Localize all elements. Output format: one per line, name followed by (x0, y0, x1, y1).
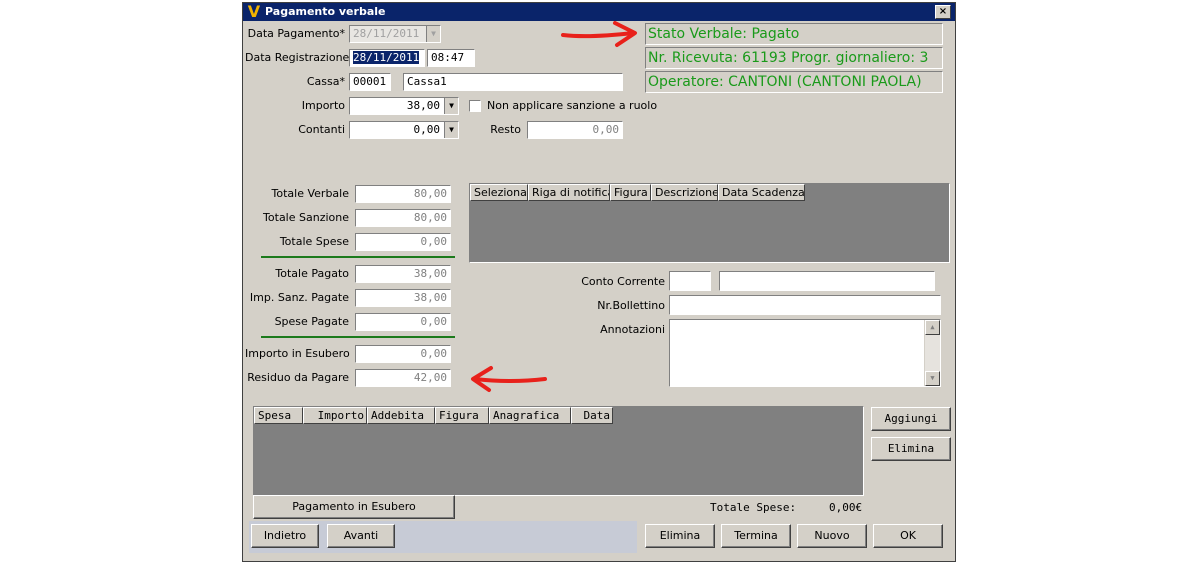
conto-corrente-desc-field[interactable] (719, 271, 935, 291)
importo-esubero-field: 0,00 (355, 345, 451, 363)
chevron-down-icon[interactable]: ▼ (426, 26, 440, 42)
importo-value: 38,00 (406, 99, 440, 112)
elimina-spesa-button[interactable]: Elimina (871, 437, 951, 461)
importo-field[interactable]: 38,00 ▼ (349, 97, 459, 115)
spese-column-header[interactable]: Addebita (367, 407, 435, 424)
data-pagamento-field[interactable]: 28/11/2011 ▼ (349, 25, 441, 43)
spese-pagate-field: 0,00 (355, 313, 451, 331)
cassa-label: Cassa* (306, 75, 345, 88)
totale-pagato-field: 38,00 (355, 265, 451, 283)
spese-column-header[interactable]: Spesa (254, 407, 303, 424)
resto-field: 0,00 (527, 121, 623, 139)
separator-line (261, 336, 455, 338)
data-registrazione-date-field[interactable]: 28/11/2011 (349, 49, 425, 67)
app-logo-icon: V (247, 2, 261, 21)
pagamento-esubero-button[interactable]: Pagamento in Esubero (253, 495, 455, 519)
scroll-up-icon[interactable]: ▲ (925, 320, 940, 335)
contanti-field[interactable]: 0,00 ▼ (349, 121, 459, 139)
elimina-button[interactable]: Elimina (645, 524, 715, 548)
spese-column-header[interactable]: Figura (435, 407, 489, 424)
conto-corrente-label: Conto Corrente (581, 275, 665, 288)
annotation-arrow-icon (561, 21, 637, 47)
annotation-arrow-icon (471, 366, 547, 392)
chevron-down-icon[interactable]: ▼ (444, 122, 458, 138)
non-applicare-label: Non applicare sanzione a ruolo (487, 99, 658, 112)
imp-sanz-pagate-field: 38,00 (355, 289, 451, 307)
ok-button[interactable]: OK (873, 524, 943, 548)
chevron-down-icon[interactable]: ▼ (444, 98, 458, 114)
contanti-value: 0,00 (413, 123, 441, 136)
totale-spese-label: Totale Spese (279, 235, 349, 248)
data-registrazione-date-value: 28/11/2011 (353, 51, 420, 64)
cassa-code-field[interactable]: 00001 (349, 73, 391, 91)
spese-grid[interactable]: Spesa Importo Addebita Figura Anagrafica… (253, 406, 864, 496)
annotazioni-label: Annotazioni (600, 323, 665, 336)
separator-line (261, 256, 455, 258)
notifica-column-header[interactable]: Descrizione (651, 184, 718, 201)
notifica-column-header[interactable]: Riga di notifica (528, 184, 610, 201)
residuo-label: Residuo da Pagare (247, 371, 349, 384)
nuovo-button[interactable]: Nuovo (797, 524, 867, 548)
nr-bollettino-field[interactable] (669, 295, 941, 315)
totale-spese-footer-label: Totale Spese: (710, 501, 797, 514)
totale-spese-footer-value: 0,00€ (829, 501, 863, 514)
data-registrazione-time-field[interactable]: 08:47 (427, 49, 475, 67)
window-title: Pagamento verbale (265, 5, 386, 18)
annotazioni-textarea[interactable]: ▲ ▼ (669, 319, 941, 387)
aggiungi-button[interactable]: Aggiungi (871, 407, 951, 431)
importo-esubero-label: Importo in Esubero (245, 347, 350, 360)
annotazioni-scrollbar[interactable]: ▲ ▼ (924, 320, 940, 386)
notifica-column-header[interactable]: Data Scadenza (718, 184, 805, 201)
totale-verbale-field: 80,00 (355, 185, 451, 203)
notifica-grid[interactable]: Seleziona Riga di notifica Figura Descri… (469, 183, 950, 263)
scroll-down-icon[interactable]: ▼ (925, 371, 940, 386)
termina-button[interactable]: Termina (721, 524, 791, 548)
notifica-column-header[interactable]: Seleziona (470, 184, 528, 201)
totale-spese-field: 0,00 (355, 233, 451, 251)
close-icon[interactable]: × (935, 5, 951, 19)
spese-column-header[interactable]: Importo (303, 407, 367, 424)
spese-pagate-label: Spese Pagate (274, 315, 349, 328)
data-pagamento-value: 28/11/2011 (353, 27, 420, 40)
ricevuta-status: Nr. Ricevuta: 61193 Progr. giornaliero: … (645, 47, 943, 69)
spese-column-header[interactable]: Anagrafica (489, 407, 571, 424)
avanti-button[interactable]: Avanti (327, 524, 395, 548)
cassa-name-field[interactable]: Cassa1 (403, 73, 623, 91)
totale-pagato-label: Totale Pagato (275, 267, 349, 280)
imp-sanz-pagate-label: Imp. Sanz. Pagate (249, 291, 349, 304)
nr-bollettino-label: Nr.Bollettino (597, 299, 665, 312)
totale-sanzione-label: Totale Sanzione (263, 211, 349, 224)
stato-verbale-status: Stato Verbale: Pagato (645, 23, 943, 45)
data-pagamento-label: Data Pagamento* (247, 27, 345, 40)
conto-corrente-code-field[interactable] (669, 271, 711, 291)
data-registrazione-label: Data Registrazione (245, 51, 350, 64)
indietro-button[interactable]: Indietro (251, 524, 319, 548)
spese-column-header[interactable]: Data (571, 407, 613, 424)
totale-verbale-label: Totale Verbale (271, 187, 349, 200)
pagamento-verbale-window: V Pagamento verbale × Data Pagamento* 28… (242, 2, 956, 562)
title-bar: V Pagamento verbale × (243, 3, 955, 21)
residuo-field: 42,00 (355, 369, 451, 387)
contanti-label: Contanti (298, 123, 345, 136)
operatore-status: Operatore: CANTONI (CANTONI PAOLA) (645, 71, 943, 93)
non-applicare-checkbox[interactable] (469, 100, 481, 112)
totale-sanzione-field: 80,00 (355, 209, 451, 227)
notifica-column-header[interactable]: Figura (610, 184, 651, 201)
resto-label: Resto (490, 123, 521, 136)
importo-label: Importo (301, 99, 345, 112)
